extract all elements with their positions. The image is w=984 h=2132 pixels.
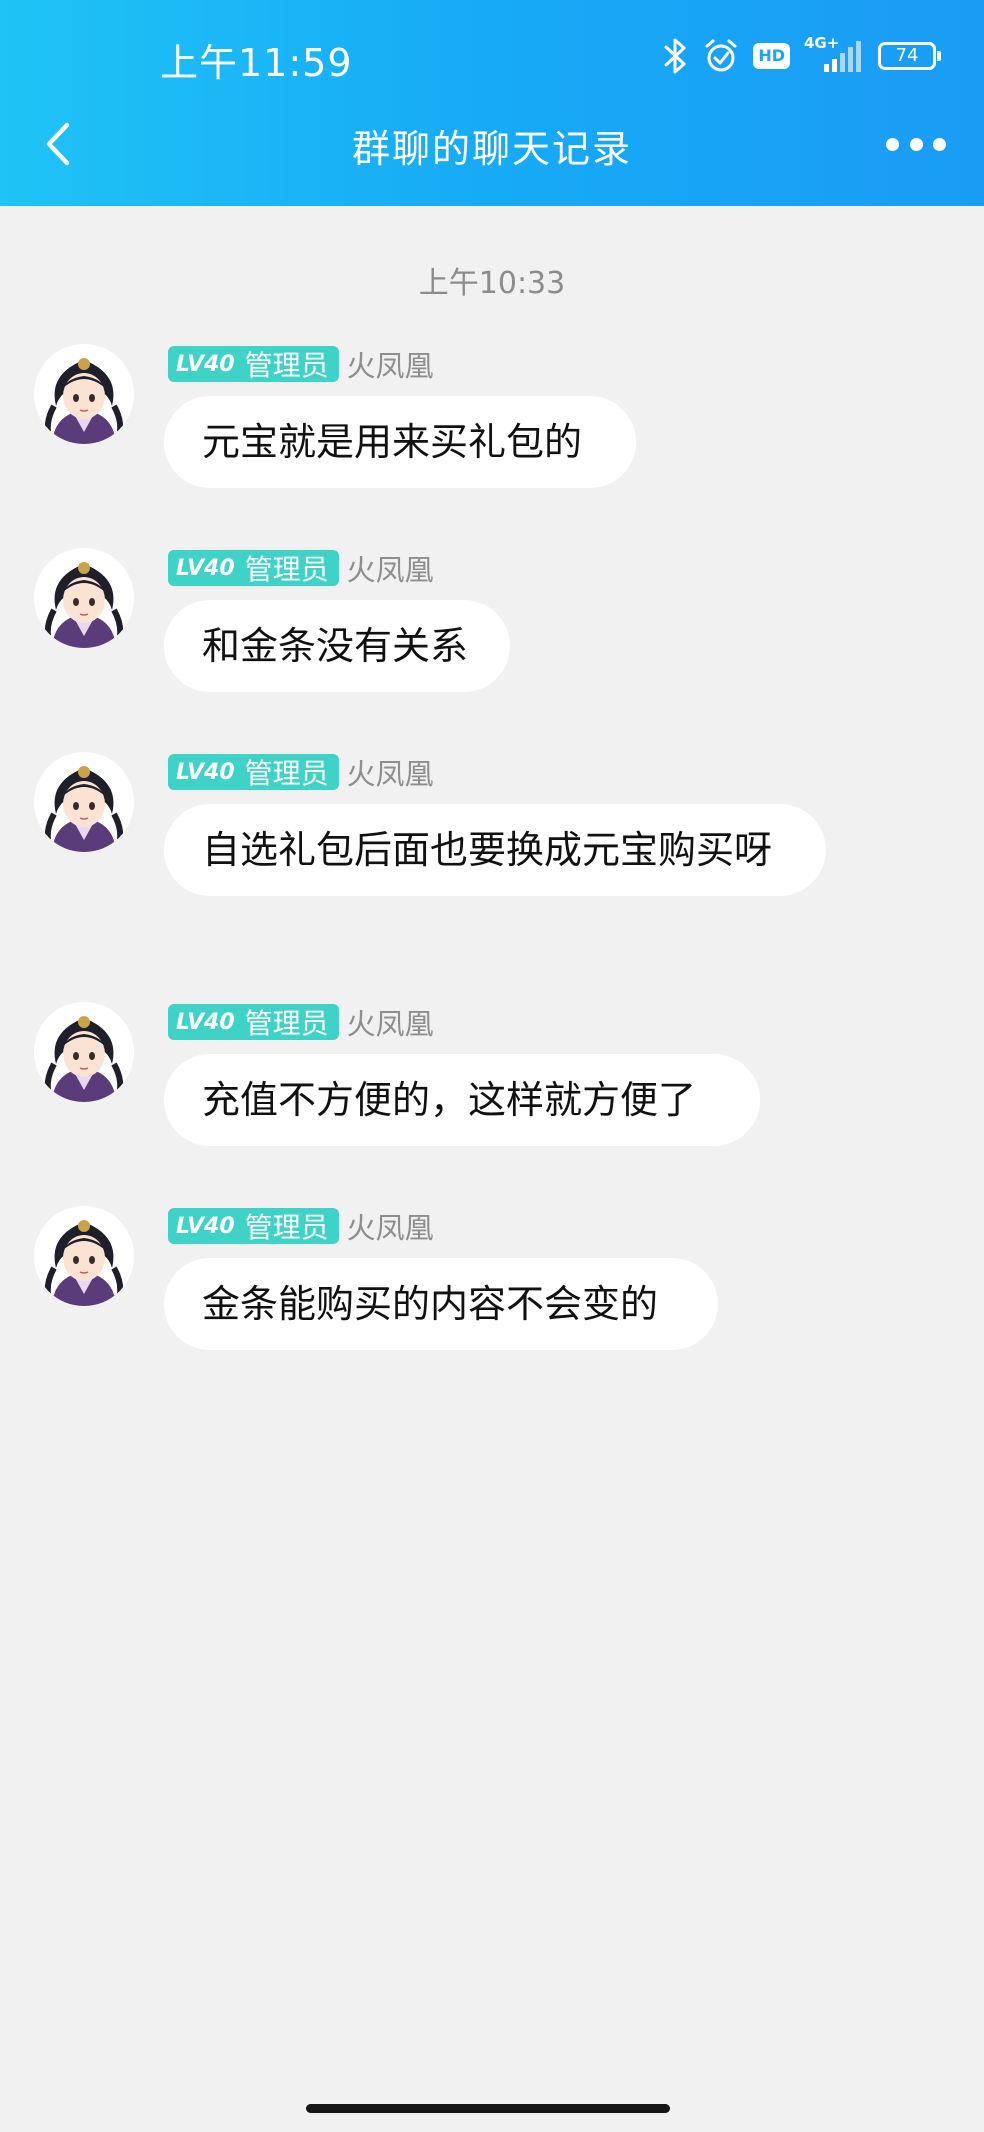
chat-timestamp: 上午10:33 bbox=[418, 266, 566, 301]
message-bubble[interactable]: 充值不方便的，这样就方便了 bbox=[164, 1054, 760, 1146]
sender-name[interactable]: 火凤凰 bbox=[347, 1001, 434, 1043]
sender-name[interactable]: 火凤凰 bbox=[347, 343, 434, 385]
sender-meta: LV40 管理员 火凤凰 bbox=[168, 1206, 434, 1246]
role-label: 管理员 bbox=[244, 349, 329, 382]
sender-name[interactable]: 火凤凰 bbox=[347, 547, 434, 589]
role-label: 管理员 bbox=[244, 553, 329, 586]
bluetooth-icon bbox=[664, 38, 686, 74]
avatar[interactable] bbox=[34, 1002, 134, 1102]
message-bubble[interactable]: 自选礼包后面也要换成元宝购买呀 bbox=[164, 804, 826, 896]
avatar[interactable] bbox=[34, 1206, 134, 1306]
battery-icon: 74 bbox=[878, 42, 941, 70]
level-label: LV40 bbox=[176, 555, 235, 581]
role-label: 管理员 bbox=[244, 1211, 329, 1244]
sender-meta: LV40 管理员 火凤凰 bbox=[168, 344, 434, 384]
sender-name[interactable]: 火凤凰 bbox=[347, 751, 434, 793]
level-badge: LV40 管理员 bbox=[168, 550, 339, 586]
level-badge: LV40 管理员 bbox=[168, 1004, 339, 1040]
home-indicator[interactable] bbox=[306, 2104, 670, 2113]
avatar[interactable] bbox=[34, 752, 134, 852]
more-dots-icon bbox=[886, 137, 899, 151]
level-label: LV40 bbox=[176, 759, 235, 785]
title-bar: 上午11:59 HD 4G+ 74 群聊的聊天记录 bbox=[0, 0, 984, 206]
message-bubble[interactable]: 金条能购买的内容不会变的 bbox=[164, 1258, 718, 1350]
signal-icon: 4G+ bbox=[804, 34, 864, 74]
more-options-button[interactable] bbox=[886, 128, 946, 160]
role-label: 管理员 bbox=[244, 1007, 329, 1040]
level-label: LV40 bbox=[176, 351, 235, 377]
level-badge: LV40 管理员 bbox=[168, 1208, 339, 1244]
level-label: LV40 bbox=[176, 1213, 235, 1239]
role-label: 管理员 bbox=[244, 757, 329, 790]
alarm-icon bbox=[705, 39, 737, 72]
sender-name[interactable]: 火凤凰 bbox=[347, 1205, 434, 1247]
sender-meta: LV40 管理员 火凤凰 bbox=[168, 1002, 434, 1042]
status-time: 上午11:59 bbox=[160, 41, 353, 85]
level-badge: LV40 管理员 bbox=[168, 346, 339, 382]
page-title: 群聊的聊天记录 bbox=[351, 127, 632, 171]
message-bubble[interactable]: 元宝就是用来买礼包的 bbox=[164, 396, 636, 488]
avatar[interactable] bbox=[34, 548, 134, 648]
hd-icon: HD bbox=[753, 43, 790, 69]
message-bubble[interactable]: 和金条没有关系 bbox=[164, 600, 510, 692]
level-badge: LV40 管理员 bbox=[168, 754, 339, 790]
level-label: LV40 bbox=[176, 1009, 235, 1035]
sender-meta: LV40 管理员 火凤凰 bbox=[168, 752, 434, 792]
sender-meta: LV40 管理员 火凤凰 bbox=[168, 548, 434, 588]
status-icons: HD 4G+ 74 bbox=[663, 34, 941, 78]
avatar[interactable] bbox=[34, 344, 134, 444]
